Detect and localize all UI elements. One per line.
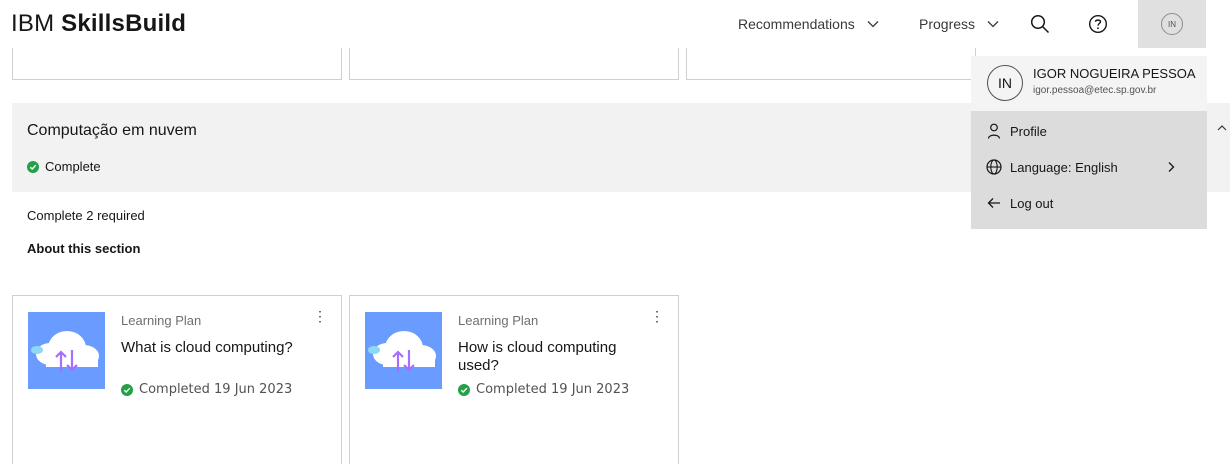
top-header: IBM SkillsBuild Recommendations Progress… (0, 0, 1230, 48)
user-avatar-button[interactable]: IN (1138, 0, 1206, 48)
section-status: Complete (27, 159, 101, 174)
menu-item-label: Language: English (1010, 159, 1118, 175)
user-menu-list: Profile Language: English Log out (971, 111, 1207, 229)
user-menu: IN IGOR NOGUEIRA PESSOA igor.pessoa@etec… (971, 56, 1207, 229)
help-button[interactable] (1074, 0, 1122, 48)
cloud-thumbnail (28, 312, 105, 389)
menu-item-language[interactable]: Language: English (971, 149, 1207, 185)
cloud-icon (31, 331, 99, 372)
cloud-icon (368, 331, 436, 372)
chevron-up-icon[interactable] (1214, 120, 1230, 136)
user-name: IGOR NOGUEIRA PESSOA (1033, 66, 1196, 81)
card-title[interactable]: What is cloud computing? (121, 339, 296, 357)
user-info: IN IGOR NOGUEIRA PESSOA igor.pessoa@etec… (971, 56, 1207, 111)
overflow-menu-icon[interactable]: ⋮ (650, 308, 664, 325)
card-status: Completed 19 Jun 2023 (121, 382, 292, 397)
nav-progress-label: Progress (919, 16, 976, 32)
nav-recommendations-label: Recommendations (738, 16, 855, 32)
search-icon (1030, 14, 1050, 34)
avatar: IN (987, 65, 1023, 101)
cloud-thumbnail (365, 312, 442, 389)
search-button[interactable] (1016, 0, 1064, 48)
card-type: Learning Plan (458, 313, 539, 328)
card-title[interactable]: How is cloud computing used? (458, 339, 633, 375)
menu-item-logout[interactable]: Log out (971, 185, 1207, 221)
section-title: Computação em nuvem (27, 122, 197, 139)
nav-recommendations[interactable]: Recommendations (738, 0, 881, 48)
user-email: igor.pessoa@etec.sp.gov.br (1033, 85, 1157, 96)
menu-item-label: Log out (1010, 195, 1054, 211)
card-type: Learning Plan (121, 313, 202, 328)
avatar: IN (1161, 13, 1183, 35)
overflow-menu-icon[interactable]: ⋮ (313, 308, 327, 325)
brand-prefix: IBM (11, 10, 55, 37)
check-circle-icon (458, 383, 470, 396)
menu-item-profile[interactable]: Profile (971, 113, 1207, 149)
arrow-left-icon (987, 198, 1000, 208)
card-status: Completed 19 Jun 2023 (458, 382, 629, 397)
brand-name: SkillsBuild (61, 10, 187, 37)
check-circle-icon (121, 383, 133, 396)
about-section-link[interactable]: About this section (27, 241, 140, 256)
check-circle-icon (27, 160, 39, 173)
menu-item-label: Profile (1010, 123, 1047, 139)
globe-icon (986, 159, 1002, 175)
requirement-text: Complete 2 required (27, 208, 145, 223)
section-status-label: Complete (45, 159, 101, 174)
help-icon (1088, 14, 1108, 34)
chevron-down-icon (867, 21, 879, 28)
learning-card[interactable]: Learning Plan How is cloud computing use… (349, 295, 679, 464)
user-icon (987, 123, 1001, 139)
card-status-label: Completed 19 Jun 2023 (139, 382, 293, 397)
nav-progress[interactable]: Progress (919, 0, 1001, 48)
learning-card[interactable]: Learning Plan What is cloud computing? C… (12, 295, 342, 464)
brand-logo[interactable]: IBM SkillsBuild (11, 10, 186, 38)
chevron-right-icon (1168, 162, 1175, 172)
card-status-label: Completed 19 Jun 2023 (476, 382, 630, 397)
chevron-down-icon (987, 21, 999, 28)
